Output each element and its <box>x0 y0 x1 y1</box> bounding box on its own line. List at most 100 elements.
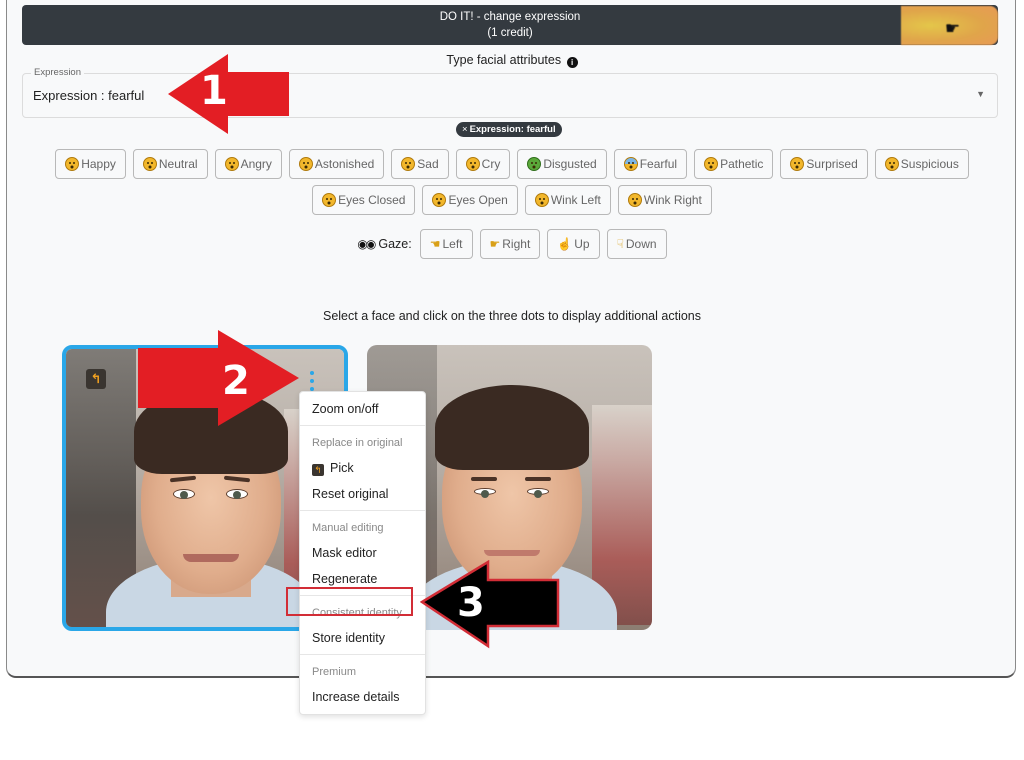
expression-button-eyes-closed[interactable]: Eyes Closed <box>312 185 416 215</box>
expression-button-astonished[interactable]: Astonished <box>288 149 385 179</box>
menu-item-mask-editor[interactable]: Mask editor <box>300 540 425 566</box>
eyes-closed-face-icon <box>322 193 337 207</box>
do-it-credit: (1 credit) <box>487 27 533 39</box>
expression-buttons-row-2: Eyes Closed Eyes Open Wink Left Wink Rig… <box>0 185 1024 215</box>
button-label: Eyes Open <box>448 193 508 207</box>
gaze-down-button[interactable]: ☟ Down <box>606 229 667 259</box>
expression-button-pathetic[interactable]: Pathetic <box>694 149 774 179</box>
nauseated-face-icon <box>527 157 542 171</box>
button-label: Sad <box>417 157 439 171</box>
button-label: Wink Right <box>643 193 702 207</box>
fearful-face-icon <box>623 157 638 171</box>
button-label: Left <box>442 237 463 251</box>
surprised-face-icon <box>790 157 805 171</box>
button-label: Suspicious <box>900 157 959 171</box>
button-label: Astonished <box>314 157 375 171</box>
heading-text: Type facial attributes <box>446 53 562 67</box>
menu-section-premium: Premium <box>312 666 357 678</box>
expression-button-wink-left[interactable]: Wink Left <box>524 185 611 215</box>
annotation-arrow-1 <box>168 54 289 134</box>
pointing-down-icon: ☟ <box>616 237 624 251</box>
smiling-face-icon <box>65 157 80 171</box>
button-label: Right <box>502 237 531 251</box>
pointer-hand-icon: ☛ <box>944 18 961 38</box>
eyes-open-face-icon <box>432 193 447 207</box>
type-facial-attributes-heading: Type facial attributes i <box>0 53 1024 68</box>
button-label: Surprised <box>806 157 858 171</box>
annotation-arrow-3 <box>420 560 560 649</box>
angry-face-icon <box>224 157 239 171</box>
close-icon[interactable]: × <box>462 124 468 135</box>
menu-divider <box>300 654 425 655</box>
gaze-controls: ◉◉ Gaze: ☚ Left ☛ Right ☝ Up ☟ Down <box>0 229 1024 259</box>
menu-item-pick[interactable]: ↰ Pick <box>300 455 425 481</box>
button-label: Wink Left <box>550 193 601 207</box>
annotation-arrow-2 <box>138 330 299 426</box>
pointing-right-icon: ☛ <box>489 237 501 251</box>
info-icon[interactable]: i <box>566 57 578 68</box>
sad-face-icon <box>401 157 416 171</box>
button-label: Fearful <box>639 157 678 171</box>
more-options-icon[interactable] <box>309 371 315 391</box>
menu-section-manual-editing: Manual editing <box>312 522 384 534</box>
astonished-face-icon <box>298 157 313 171</box>
pick-icon: ↰ <box>312 464 324 476</box>
winking-face-icon <box>534 193 549 207</box>
tongue-wink-face-icon <box>627 193 642 207</box>
expression-button-surprised[interactable]: Surprised <box>780 149 868 179</box>
pick-icon[interactable]: ↰ <box>86 369 106 389</box>
button-label: Pathetic <box>720 157 764 171</box>
expression-button-cry[interactable]: Cry <box>455 149 511 179</box>
suspicious-face-icon <box>884 157 899 171</box>
menu-item-reset-original[interactable]: Reset original <box>300 481 425 507</box>
button-label: Up <box>574 237 590 251</box>
face-actions-menu: Zoom on/off Replace in original ↰ Pick Re… <box>299 391 426 715</box>
button-label: Cry <box>481 157 501 171</box>
button-label: Eyes Closed <box>338 193 406 207</box>
expression-button-suspicious[interactable]: Suspicious <box>874 149 969 179</box>
do-it-button[interactable]: DO IT! - change expression (1 credit) <box>22 5 998 45</box>
annotation-number-1: 1 <box>200 68 228 114</box>
chevron-down-icon[interactable]: ▼ <box>976 89 985 99</box>
expression-chip[interactable]: × Expression: fearful <box>456 122 562 137</box>
expression-button-disgusted[interactable]: Disgusted <box>517 149 607 179</box>
expression-buttons-row-1: Happy Neutral Angry Astonished Sad Cry D… <box>0 149 1024 179</box>
menu-item-store-identity[interactable]: Store identity <box>300 625 425 651</box>
gaze-label: ◉◉ Gaze: <box>357 237 411 251</box>
eyes-icon: ◉◉ <box>357 237 376 251</box>
menu-divider <box>300 510 425 511</box>
select-face-hint: Select a face and click on the three dot… <box>322 309 701 323</box>
expression-button-neutral[interactable]: Neutral <box>132 149 208 179</box>
expression-button-sad[interactable]: Sad <box>391 149 449 179</box>
gaze-up-button[interactable]: ☝ Up <box>547 229 600 259</box>
button-label: Neutral <box>158 157 198 171</box>
crying-face-icon <box>465 157 480 171</box>
gaze-right-button[interactable]: ☛ Right <box>479 229 541 259</box>
expression-button-wink-right[interactable]: Wink Right <box>617 185 712 215</box>
pointing-left-icon: ☚ <box>429 237 441 251</box>
menu-item-label: Pick <box>330 461 354 475</box>
expression-button-eyes-open[interactable]: Eyes Open <box>422 185 518 215</box>
do-it-label: DO IT! - change expression <box>439 11 581 23</box>
expression-button-fearful[interactable]: Fearful <box>613 149 688 179</box>
menu-divider <box>300 425 425 426</box>
pensive-face-icon <box>704 157 719 171</box>
menu-section-replace: Replace in original <box>312 437 403 449</box>
button-label: Angry <box>240 157 272 171</box>
expression-button-happy[interactable]: Happy <box>55 149 126 179</box>
expression-button-angry[interactable]: Angry <box>214 149 282 179</box>
menu-item-increase-details[interactable]: Increase details <box>300 684 425 710</box>
regenerate-highlight-box <box>286 587 413 616</box>
pointing-up-icon: ☝ <box>557 237 573 251</box>
menu-item-zoom[interactable]: Zoom on/off <box>300 396 425 422</box>
expression-legend: Expression <box>31 67 84 78</box>
gaze-left-button[interactable]: ☚ Left <box>419 229 473 259</box>
button-label: Down <box>625 237 657 251</box>
gaze-label-text: Gaze: <box>378 237 412 251</box>
annotation-number-2: 2 <box>222 358 250 404</box>
chip-label: Expression: fearful <box>469 124 556 135</box>
do-it-icon-area[interactable]: ☛ <box>901 6 998 45</box>
button-label: Disgusted <box>543 157 597 171</box>
annotation-number-3: 3 <box>457 580 485 626</box>
neutral-face-icon <box>142 157 157 171</box>
